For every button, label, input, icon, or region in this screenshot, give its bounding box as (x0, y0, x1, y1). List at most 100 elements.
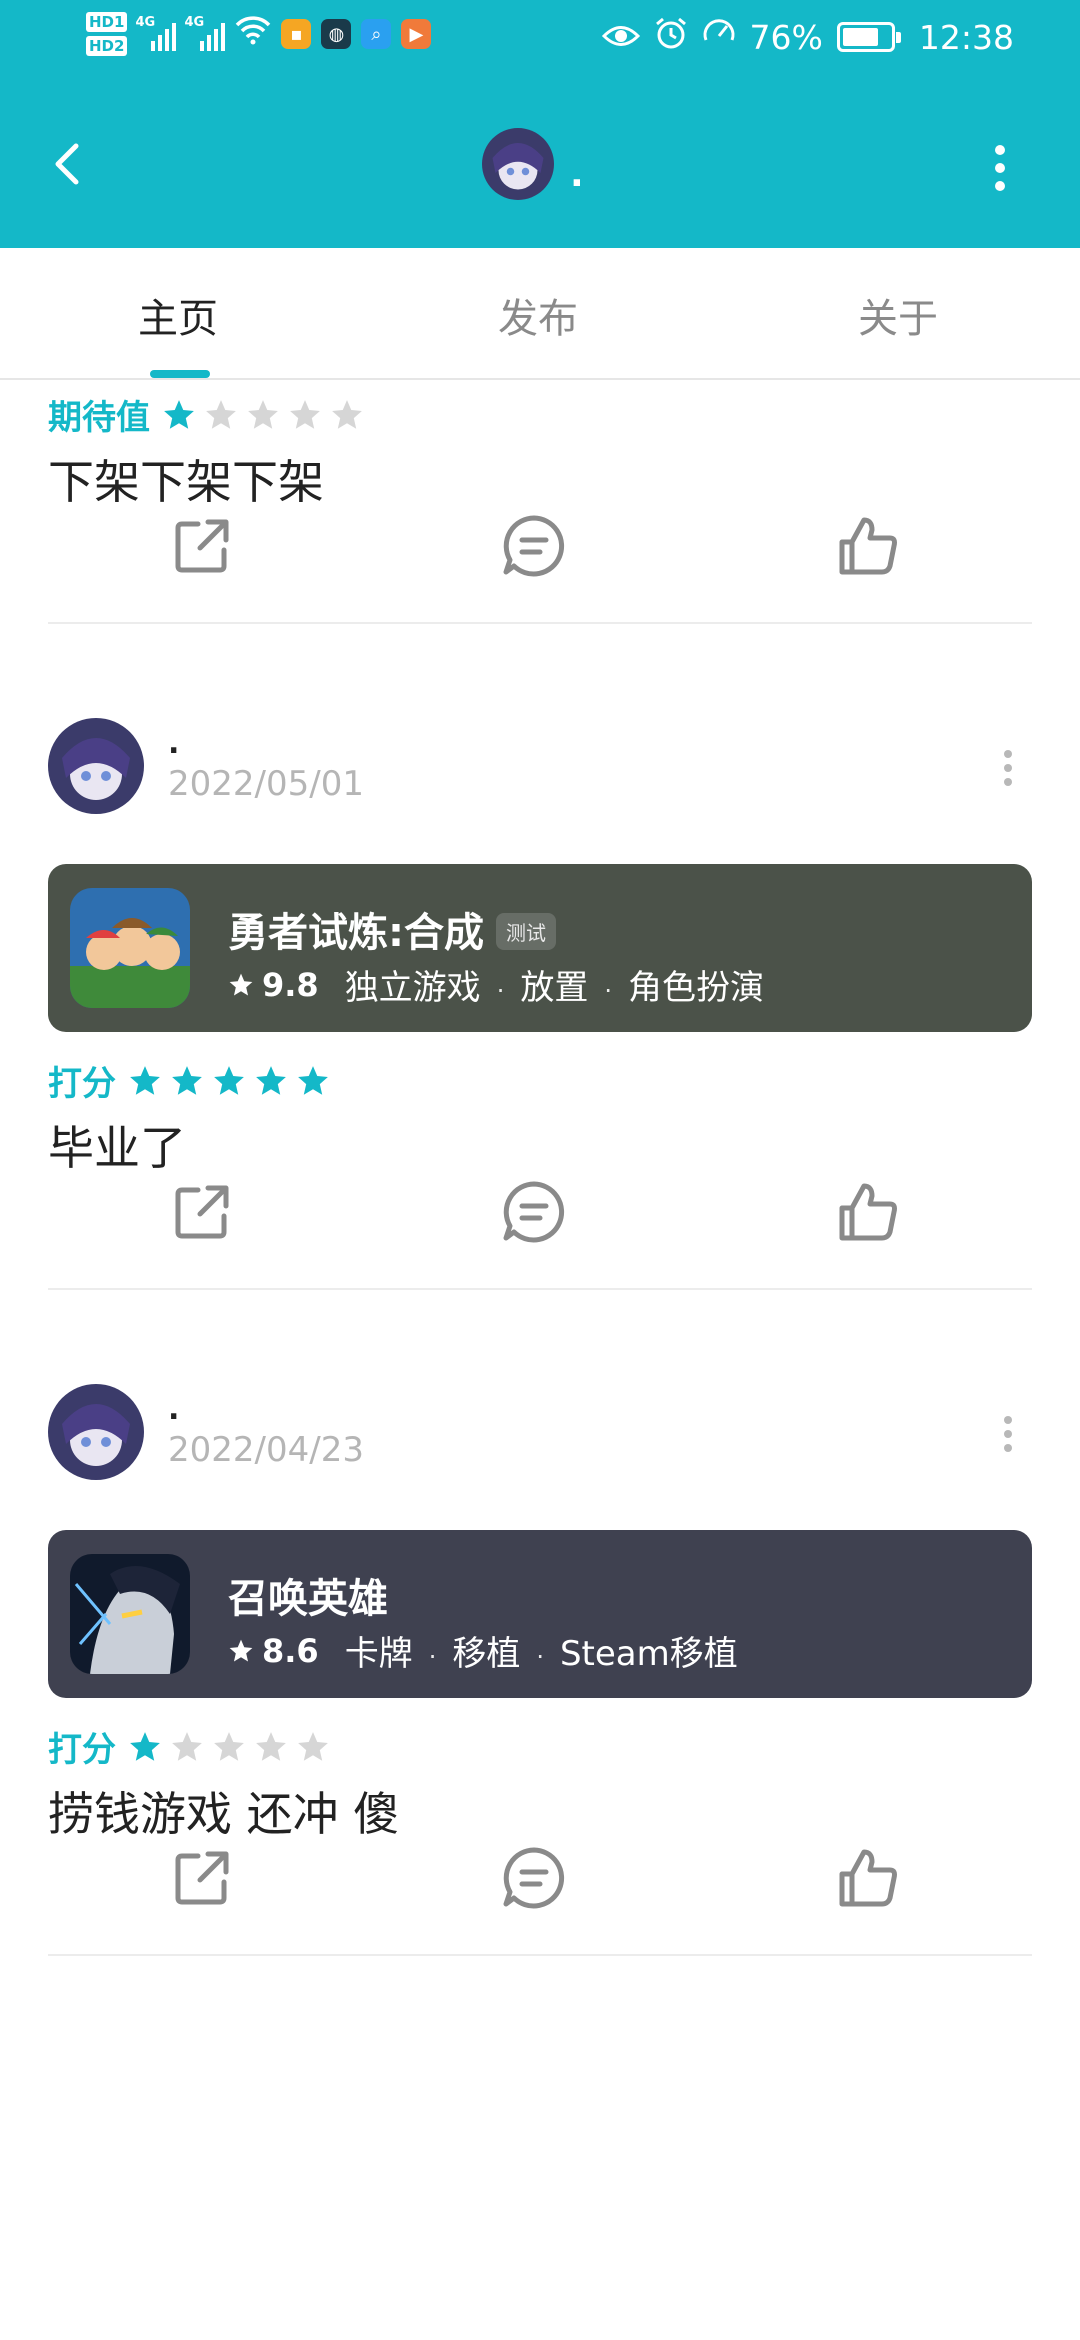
share-button[interactable] (168, 512, 236, 580)
feed-post: . 2022/04/23 召唤英雄 8.6 卡牌 · 移植 · Steam移植 打分 捞… (0, 1384, 1080, 2050)
share-button[interactable] (168, 1178, 236, 1246)
thumbs-up-icon (839, 1849, 897, 1907)
post-text: 下架下架下架 (48, 455, 324, 509)
feed-post: . 2022/05/07 DNF 地下城与勇士 M 2.5 2D·横版·角色扮演… (0, 380, 1080, 718)
hd-icon: HD1 HD2 (86, 12, 128, 56)
app-bar: . (0, 82, 1080, 248)
star-icon (298, 1065, 328, 1095)
clock: 12:38 (918, 17, 1014, 57)
status-bar: HD1 HD2 4G 4G ▪ ◍ ⌕ ▶ 76% 12:38 (0, 0, 1080, 82)
game-tag: 卡牌 (344, 1634, 413, 1674)
game-card[interactable]: 召唤英雄 8.6 卡牌 · 移植 · Steam移植 (48, 1530, 1032, 1698)
rating-label: 打分 (48, 1730, 116, 1770)
post-text: 捞钱游戏 还冲 傻 (48, 1787, 400, 1841)
game-tag: 放置 (520, 968, 589, 1008)
star-icon (172, 1065, 202, 1095)
game-score: 8.6 (262, 1631, 319, 1670)
game-tag: 移植 (452, 1634, 521, 1674)
game-tag: 角色扮演 (627, 968, 764, 1008)
feed-list[interactable]: . 2022/05/07 DNF 地下城与勇士 M 2.5 2D·横版·角色扮演… (0, 380, 1080, 2340)
post-rating: 打分 (48, 1722, 338, 1771)
avatar[interactable] (48, 1384, 144, 1480)
share-button[interactable] (168, 1844, 236, 1912)
tag-separator: · (496, 977, 505, 1005)
back-button[interactable] (44, 132, 92, 196)
share-icon (175, 1851, 229, 1905)
post-date: 2022/05/01 (168, 764, 364, 804)
tag-separator: · (604, 977, 612, 1005)
game-meta: 9.8 独立游戏 · 放置 · 角色扮演 (228, 960, 764, 1009)
search-app-icon: ⌕ (361, 19, 392, 49)
avatar[interactable] (48, 718, 144, 814)
tag-separator: · (536, 1643, 544, 1671)
star-icon (130, 1731, 160, 1761)
profile-tabs: 主页 发布 关于 (0, 248, 1080, 380)
chevron-left-icon (55, 143, 79, 185)
game-card[interactable]: 勇者试炼:合成 测试 9.8 独立游戏 · 放置 · 角色扮演 (48, 864, 1032, 1032)
star-icon (332, 399, 362, 429)
comment-button[interactable] (500, 1178, 568, 1246)
star-icon (130, 1065, 160, 1095)
star-icon (164, 399, 194, 429)
star-icon (256, 1731, 286, 1761)
post-rating: 打分 (48, 1056, 338, 1105)
star-icon (248, 399, 278, 429)
post-author: . (168, 1392, 180, 1427)
rating-label: 打分 (48, 1064, 116, 1104)
tab-indicator (150, 370, 210, 378)
star-icon (256, 1065, 286, 1095)
star-icon (290, 399, 320, 429)
post-more-button[interactable] (1000, 748, 1016, 788)
game-tags: 卡牌 · 移植 · Steam移植 (345, 1626, 738, 1675)
tab-about[interactable]: 关于 (858, 286, 938, 344)
post-more-button[interactable] (1000, 1414, 1016, 1454)
star-icon (298, 1731, 328, 1761)
post-text: 毕业了 (48, 1121, 186, 1175)
eye-icon (601, 18, 640, 57)
game-score: 9.8 (262, 965, 319, 1004)
tab-posts[interactable]: 发布 (498, 286, 578, 344)
post-author: . (168, 726, 180, 761)
comment-button[interactable] (500, 1844, 568, 1912)
game-icon (70, 888, 190, 1008)
speed-icon (702, 16, 736, 58)
share-icon (175, 1185, 229, 1239)
profile-username: . (570, 154, 584, 195)
star-icon (229, 1639, 253, 1662)
thumbs-up-icon (839, 517, 897, 575)
more-menu-button[interactable] (990, 140, 1010, 196)
divider (48, 622, 1032, 624)
notification-app-icon: ▪ (281, 19, 312, 49)
more-vertical-icon (1004, 750, 1012, 786)
signal-icon: 4G (184, 15, 226, 51)
battery-icon (836, 22, 901, 52)
game-icon (70, 1554, 190, 1674)
feed-post: . 2022/05/01 勇者试炼:合成 测试 9.8 独立游戏 · 放置 · 角色扮演 … (0, 718, 1080, 1384)
alarm-icon (654, 16, 688, 58)
comment-icon (503, 1847, 565, 1909)
rating-label: 期待值 (48, 398, 150, 438)
game-meta: 8.6 卡牌 · 移植 · Steam移植 (228, 1626, 738, 1675)
notification-app-icon: ◍ (321, 19, 352, 49)
avatar[interactable] (482, 128, 554, 200)
wifi-icon (235, 15, 271, 53)
like-button[interactable] (834, 512, 902, 580)
play-app-icon: ▶ (401, 19, 432, 49)
divider (48, 1288, 1032, 1290)
signal-icon: 4G (135, 15, 177, 51)
game-tag: Steam移植 (559, 1634, 738, 1674)
more-vertical-icon (1004, 1416, 1012, 1452)
post-rating: 期待值 (48, 390, 372, 439)
comment-button[interactable] (500, 512, 568, 580)
tab-home[interactable]: 主页 (138, 286, 218, 344)
tag-separator: · (428, 1643, 437, 1671)
comment-icon (503, 515, 565, 577)
comment-icon (503, 1181, 565, 1243)
like-button[interactable] (834, 1844, 902, 1912)
star-icon (172, 1731, 202, 1761)
thumbs-up-icon (839, 1183, 897, 1241)
like-button[interactable] (834, 1178, 902, 1246)
divider (48, 1954, 1032, 1956)
star-icon (214, 1065, 244, 1095)
game-title: 召唤英雄 (228, 1576, 388, 1622)
